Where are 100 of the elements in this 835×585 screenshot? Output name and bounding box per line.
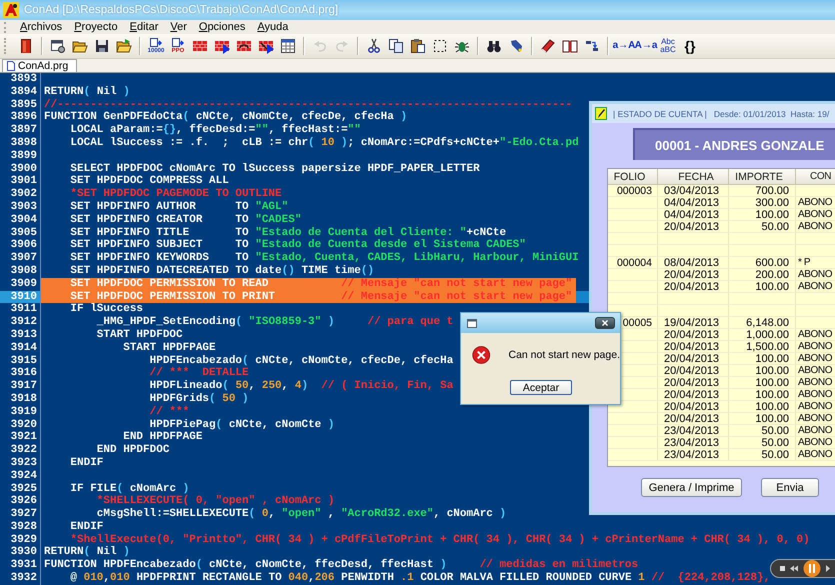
- table-cell: [608, 269, 658, 281]
- lowercase-to-uppercase-button[interactable]: a→A: [614, 35, 634, 57]
- braces-button[interactable]: {}: [680, 35, 700, 57]
- table-cell: ABONO: [796, 221, 835, 233]
- line-number: 3921: [0, 431, 41, 444]
- generate-print-button[interactable]: Genera / Imprime: [641, 478, 742, 497]
- change-case-button[interactable]: Abc aBC: [658, 35, 678, 57]
- line-number: 3928: [0, 520, 41, 534]
- code-line: SET HPDFINFO SUBJECT TO "Estado de Cuenta desde el Sistema CADES": [69, 239, 526, 252]
- table-cell: [608, 413, 658, 425]
- table-cell: 23/04/2013: [658, 425, 729, 437]
- table-cell: [729, 305, 796, 317]
- code-line: LOCAL lSuccess := .f. ; cLB := chr( 10 ); cNomArc:=CPdfs+cNCte+"-Edo.Cta.pd: [69, 136, 579, 150]
- line-number: 3903: [0, 200, 41, 214]
- book-icon: [540, 38, 556, 54]
- undo-icon: [312, 38, 328, 54]
- line-number: 3905: [0, 226, 41, 240]
- table-cell: * P: [796, 257, 835, 269]
- door-icon: [18, 38, 34, 54]
- table-cell: 100.00: [729, 413, 796, 425]
- line-number: 3906: [0, 239, 41, 252]
- table-cell: 1,000.00: [729, 329, 796, 341]
- line-number: 3916: [0, 367, 41, 380]
- table-cell: ABONO: [796, 425, 835, 437]
- customer-name: 00001 - ANDRES GONZALE: [655, 138, 824, 152]
- table-cell: 04/04/2013: [658, 209, 729, 221]
- selection-icon: [432, 38, 448, 54]
- table-cell: 50.00: [729, 449, 796, 461]
- code-line: SELECT HPDFDOC cNomArc TO lSuccess papersize HPDF_PAPER_LETTER: [69, 162, 480, 176]
- copy-icon: [388, 38, 404, 54]
- table-cell: 20/04/2013: [658, 401, 729, 413]
- column-header: CON: [796, 169, 835, 185]
- table-cell: 20/04/2013: [658, 329, 729, 341]
- table-cell: [729, 245, 796, 257]
- table-cell: 700.00: [729, 185, 796, 197]
- table-cell: 20/04/2013: [658, 365, 729, 377]
- send-button[interactable]: Envia: [761, 478, 819, 497]
- code-line: _HMG_HPDF_SetEncoding( "ISO8859-3" ) // para que t: [96, 316, 454, 329]
- line-number: 3894: [0, 86, 41, 99]
- table-cell: 23/04/2013: [658, 437, 729, 449]
- uppercase-to-lowercase-button[interactable]: A→a: [636, 35, 656, 57]
- code-line: FUNCTION HPDFEncabezado( cNCte, cNomCte, ffecDesd, ffecHast ) // medidas en milimetros: [43, 559, 638, 572]
- flashlight-icon: [508, 38, 524, 54]
- brick-cycle-icon: [236, 38, 252, 54]
- menu-item[interactable]: Editar: [124, 21, 164, 33]
- table-cell: 03/04/2013: [658, 185, 729, 197]
- table-cell: 20/04/2013: [658, 269, 729, 281]
- table-cell: ABONO: [796, 401, 835, 413]
- table-cell: [608, 197, 658, 209]
- menu-item[interactable]: Ver: [164, 21, 193, 33]
- line-number: 3904: [0, 214, 41, 227]
- table-cell: ABONO: [796, 389, 835, 401]
- table-cell: 20/04/2013: [658, 377, 729, 389]
- window-title: ConAd [D:\RespaldosPCs\DiscoC\Trabajo\ConAd\ConAd.prg]: [24, 4, 338, 16]
- column-header: IMPORTE: [729, 169, 796, 185]
- code-line: START HPDFPAGE: [122, 342, 216, 355]
- table-cell: 08/04/2013: [658, 257, 729, 269]
- line-number: 3920: [0, 418, 41, 432]
- code-line: RETURN( Nil ): [43, 546, 130, 559]
- table-cell: ABONO: [796, 377, 835, 389]
- code-line: HPDFGrids( 50 ): [148, 392, 249, 406]
- table-cell: [608, 233, 658, 245]
- table-cell: 1,500.00: [729, 341, 796, 353]
- code-line: SET HPDFINFO KEYWORDS TO "Estado, Cuenta, CADES, LibHaru, Harbour, MiniGUI: [69, 252, 579, 265]
- table-cell: 50.00: [729, 425, 796, 437]
- menu-item[interactable]: Opciones: [192, 21, 252, 33]
- code-line: *SHELLEXECUTE( 0, "open" , cNomArc ): [96, 495, 334, 508]
- code-line: *SET HPDFDOC PAGEMODE TO OUTLINE: [69, 188, 282, 201]
- code-line: END HPDFDOC: [96, 444, 170, 457]
- edit-icon: [595, 107, 607, 120]
- scissors-icon: [366, 38, 382, 54]
- media-player-controls[interactable]: [770, 559, 835, 578]
- table-cell: [729, 233, 796, 245]
- table-cell: 200.00: [729, 269, 796, 281]
- code-line: cMsgShell:=SHELLEXECUTE( 0, "open" , "AcroRd32.exe", cNomArc ): [96, 508, 506, 521]
- line-number: 3898: [0, 136, 41, 150]
- line-number: 3908: [0, 264, 41, 278]
- code-line: SET HPDFINFO TITLE TO "Estado de Cuenta del Cliente: "+cNCte: [69, 226, 506, 239]
- table-cell: [608, 281, 658, 293]
- table-cell: 100.00: [729, 365, 796, 377]
- menu-item[interactable]: Ayuda: [251, 21, 294, 33]
- file-tab[interactable]: ConAd.prg: [2, 59, 78, 72]
- document-icon: [7, 61, 15, 71]
- brick-icon: [192, 38, 208, 54]
- brick-arrow-icon: [258, 38, 274, 54]
- code-line: HPDFEncabezado( cNCte, cNomCte, cfecDe, cfecHa: [148, 354, 454, 367]
- accept-button[interactable]: Aceptar: [510, 380, 572, 395]
- line-number: 3929: [0, 534, 41, 546]
- code-line: // *** DETALLE: [148, 367, 249, 380]
- table-cell: 100.00: [729, 281, 796, 293]
- table-cell: 20/04/2013: [658, 281, 729, 293]
- folder-icon: [116, 38, 132, 54]
- close-button[interactable]: [595, 317, 615, 329]
- menu-item[interactable]: Archivos: [14, 21, 68, 33]
- line-number: 3911: [0, 303, 41, 316]
- table-cell: [658, 305, 729, 317]
- table-cell: 600.00: [729, 257, 796, 269]
- table-cell: 50.00: [729, 221, 796, 233]
- line-number: 3924: [0, 470, 41, 482]
- menu-item[interactable]: Proyecto: [68, 21, 124, 33]
